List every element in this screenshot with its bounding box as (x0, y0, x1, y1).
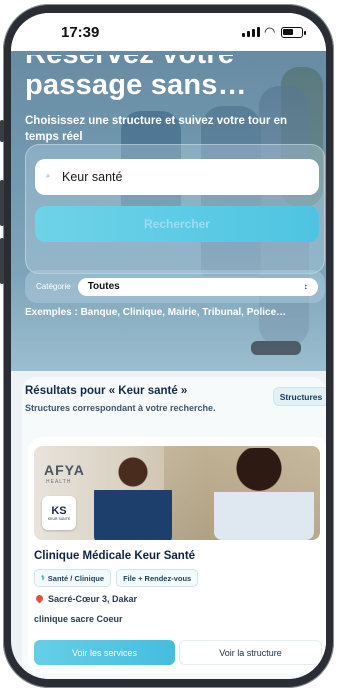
app-screen: 17:39 ◠ Réservez votre passage sans… Cho… (11, 13, 326, 679)
tag-category-label: Santé / Clinique (47, 573, 105, 583)
cellular-signal-icon (242, 27, 260, 37)
structure-name: Clinique Médicale Keur Santé (34, 550, 196, 562)
hero-title-scrolled: Réservez votre (25, 55, 315, 69)
tag-mode-label: File + Rendez-vous (123, 573, 192, 583)
results-section: Résultats pour « Keur santé » Structures… (22, 377, 326, 679)
wifi-icon: ◠ (264, 24, 276, 39)
hero-title-line: passage sans… (25, 69, 247, 101)
chevron-updown-icon: ↕ (303, 282, 308, 291)
view-structure-button[interactable]: Voir la structure (179, 640, 322, 665)
results-type-chip[interactable]: Structures (273, 387, 326, 406)
category-select[interactable]: Toutes ↕ (77, 277, 318, 296)
photo-wall-sign: AFYA (44, 462, 85, 478)
results-subtitle: Structures correspondant à votre recherc… (25, 403, 216, 413)
status-time: 17:39 (61, 24, 100, 41)
volume-down-button (0, 238, 4, 284)
search-panel: ⌕ Keur santé Rechercher (25, 144, 325, 274)
structure-card[interactable]: AFYA HEALTH KS KEUR SANTÉ Clinique Médic… (28, 437, 326, 674)
photo-person-nurse (94, 454, 172, 540)
search-button[interactable]: Rechercher (35, 206, 319, 242)
search-examples: Exemples : Banque, Clinique, Mairie, Tri… (25, 307, 287, 318)
structure-tags: ⚕ Santé / Clinique File + Rendez-vous (34, 569, 199, 587)
volume-up-button (0, 180, 4, 226)
results-title: Résultats pour « Keur santé » (25, 385, 188, 397)
hero-title: Réservez votre passage sans… (25, 55, 315, 102)
structure-address-text: Sacré-Cœur 3, Dakar (48, 594, 138, 604)
search-input-value: Keur santé (62, 170, 123, 184)
tag-mode: File + Rendez-vous (116, 569, 199, 587)
search-icon: ⌕ (46, 173, 50, 180)
photo-person-patient (214, 448, 314, 540)
structure-photo: AFYA HEALTH KS KEUR SANTÉ (34, 446, 320, 540)
category-filter: Catégorie Toutes ↕ (25, 270, 325, 303)
category-selected-value: Toutes (87, 281, 120, 292)
photo-wall-sign-sub: HEALTH (46, 479, 72, 485)
mute-switch (0, 120, 4, 142)
location-pin-icon (36, 595, 43, 604)
view-services-button[interactable]: Voir les services (34, 640, 175, 665)
hero-subtitle: Choisissez une structure et suivez votre… (25, 115, 288, 143)
search-input[interactable]: ⌕ Keur santé (35, 159, 319, 195)
structure-logo: KS KEUR SANTÉ (42, 496, 76, 530)
structure-address: Sacré-Cœur 3, Dakar (36, 594, 137, 604)
structure-description: clinique sacre Coeur (34, 614, 123, 624)
logo-text: KS (51, 504, 67, 517)
status-bar: 17:39 ◠ (11, 13, 326, 51)
battery-icon (281, 27, 306, 38)
logo-subtext: KEUR SANTÉ (47, 516, 71, 521)
medical-icon: ⚕ (41, 575, 45, 582)
hero-section: Réservez votre passage sans… Choisissez … (11, 51, 326, 371)
tag-category: ⚕ Santé / Clinique (34, 569, 112, 587)
category-label: Catégorie (36, 282, 71, 291)
